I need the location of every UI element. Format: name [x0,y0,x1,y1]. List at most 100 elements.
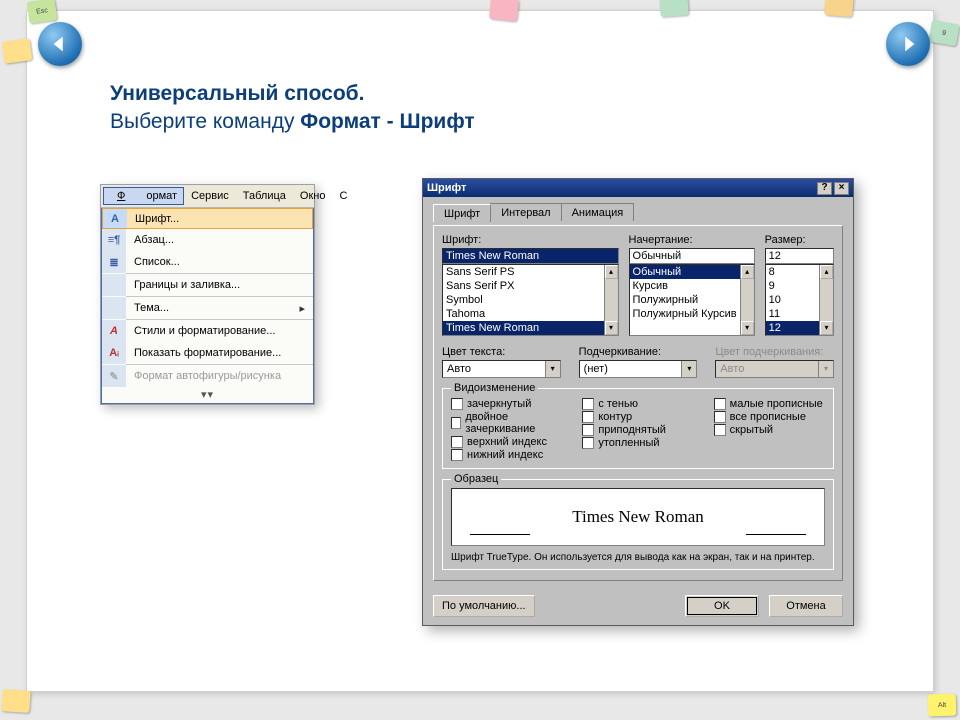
menu-item-styles[interactable]: A Стили и форматирование... [102,320,313,342]
checkbox[interactable] [714,398,726,410]
arrow-left-icon [49,33,71,55]
dialog-title: Шрифт [427,182,466,194]
checkbox[interactable] [582,411,594,423]
page-number-chip: 9 [928,20,959,47]
next-button[interactable] [886,22,930,66]
list-item[interactable]: Symbol [443,293,618,307]
sample-preview: Times New Roman [451,488,825,546]
sample-group: Образец Times New Roman Шрифт TrueType. … [442,479,834,570]
paragraph-icon: ≡¶ [102,229,126,251]
effect-label: все прописные [730,411,806,423]
scroll-up-icon[interactable]: ▴ [605,265,618,279]
menu-item-font[interactable]: A Шрифт... [102,208,313,229]
key-chip [1,689,30,713]
scroll-up-icon[interactable]: ▴ [741,265,754,279]
autoshape-icon: ✎ [102,365,126,387]
styles-icon: A [102,320,126,342]
checkbox[interactable] [582,437,594,449]
borders-icon [102,274,126,296]
menu-item-autoshape: ✎ Формат автофигуры/рисунка [102,365,313,387]
prev-button[interactable] [38,22,82,66]
key-alt: Alt [928,694,957,717]
close-button[interactable]: × [834,182,849,195]
list-item[interactable]: Полужирный [630,293,754,307]
key-chip [824,0,854,17]
chevron-down-icon[interactable]: ▾ [545,361,560,377]
list-item[interactable]: Sans Serif PS [443,265,618,279]
ok-button[interactable]: OK [685,595,759,617]
effect-label: контур [598,411,632,423]
checkbox[interactable] [714,424,726,436]
effect-label: утопленный [598,437,659,449]
title-line2b: Формат - Шрифт [300,110,474,133]
ulcolor-combo: Авто▾ [715,360,834,378]
label-style: Начертание: [629,234,755,246]
effect-label: двойное зачеркивание [465,411,562,435]
menu-format[interactable]: Формат [103,187,184,205]
checkbox[interactable] [582,424,594,436]
checkbox[interactable] [451,398,463,410]
scroll-down-icon[interactable]: ▾ [820,321,833,335]
list-item[interactable]: Times New Roman [443,321,618,335]
size-input[interactable]: 12 [765,248,834,264]
font-icon: A [103,209,127,228]
scroll-down-icon[interactable]: ▾ [605,321,618,335]
menu-table[interactable]: Таблица [236,187,293,205]
menu-item-theme[interactable]: Тема... ▸ [102,297,313,319]
title-line2a: Выберите команду [110,110,300,133]
effect-label: малые прописные [730,398,823,410]
font-dialog: Шрифт ? × Шрифт Интервал Анимация Шрифт:… [422,178,854,626]
scroll-up-icon[interactable]: ▴ [820,265,833,279]
menu-service[interactable]: Сервис [184,187,236,205]
textcolor-combo[interactable]: Авто▾ [442,360,561,378]
menu-item-reveal[interactable]: Aᵢ Показать форматирование... [102,342,313,364]
default-button[interactable]: По умолчанию... [433,595,535,617]
format-menu-screenshot: Формат Сервис Таблица Окно С A Шрифт... … [100,184,315,405]
cancel-button[interactable]: Отмена [769,595,843,617]
scrollbar[interactable]: ▴▾ [819,265,833,335]
checkbox[interactable] [451,417,461,429]
title-line1: Универсальный способ. [110,80,475,108]
tab-animation[interactable]: Анимация [561,203,635,221]
slide-title: Универсальный способ. Выберите команду Ф… [110,80,475,137]
checkbox[interactable] [714,411,726,423]
scroll-down-icon[interactable]: ▾ [741,321,754,335]
list-item[interactable]: Tahoma [443,307,618,321]
dialog-tabs: Шрифт Интервал Анимация [433,203,843,221]
chevron-right-icon: ▸ [299,302,305,315]
size-list[interactable]: 8 9 10 11 12 ▴▾ [765,264,834,336]
help-button[interactable]: ? [817,182,832,195]
checkbox[interactable] [451,449,463,461]
scrollbar[interactable]: ▴▾ [604,265,618,335]
label-textcolor: Цвет текста: [442,346,561,358]
list-icon: ≣ [102,251,126,273]
tab-spacing[interactable]: Интервал [490,203,561,221]
list-item[interactable]: Полужирный Курсив [630,307,754,321]
style-list[interactable]: Обычный Курсив Полужирный Полужирный Кур… [629,264,755,336]
menu-item-borders[interactable]: Границы и заливка... [102,274,313,296]
effects-group: Видоизменение зачеркнутый двойное зачерк… [442,388,834,469]
reveal-icon: Aᵢ [102,342,126,364]
menu-more[interactable]: С [332,187,354,205]
menu-item-list[interactable]: ≣ Список... [102,251,313,273]
underline-combo[interactable]: (нет)▾ [579,360,698,378]
menu-item-paragraph[interactable]: ≡¶ Абзац... [102,229,313,251]
label-font: Шрифт: [442,234,619,246]
scrollbar[interactable]: ▴▾ [740,265,754,335]
effect-label: с тенью [598,398,638,410]
checkbox[interactable] [451,436,463,448]
chevron-down-icon[interactable]: ▾ [681,361,696,377]
list-item[interactable]: Sans Serif PX [443,279,618,293]
font-input[interactable]: Times New Roman [442,248,619,264]
font-list[interactable]: Sans Serif PS Sans Serif PX Symbol Tahom… [442,264,619,336]
checkbox[interactable] [582,398,594,410]
dialog-titlebar: Шрифт ? × [423,179,853,197]
tab-pane-font: Шрифт: Times New Roman Sans Serif PS San… [433,225,843,581]
hint-text: Шрифт TrueType. Он используется для выво… [451,552,825,563]
list-item[interactable]: Обычный [630,265,754,279]
menu-expand[interactable]: ▾▾ [102,387,313,403]
style-input[interactable]: Обычный [629,248,755,264]
list-item[interactable]: Курсив [630,279,754,293]
tab-font[interactable]: Шрифт [433,204,491,222]
menu-window[interactable]: Окно [293,187,333,205]
